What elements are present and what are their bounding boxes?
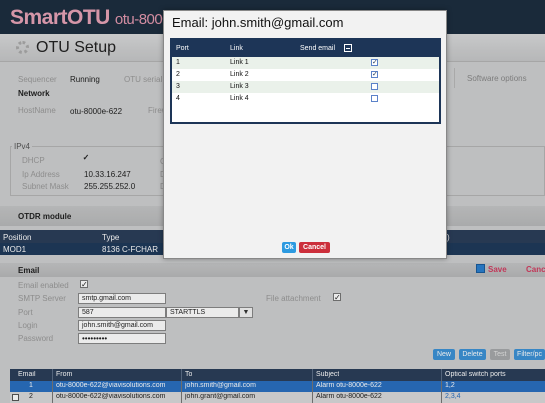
links-table: Port Link Send email 1 Link 1 ✓ 2 Link 2…	[170, 38, 441, 124]
link-row[interactable]: 1 Link 1 ✓	[172, 57, 439, 69]
select-all-checkbox[interactable]	[344, 44, 352, 52]
links-table-footer	[172, 122, 439, 124]
link-name: Link 1	[230, 59, 249, 66]
link-row[interactable]: 4 Link 4	[172, 93, 439, 105]
dialog-title: Email: john.smith@gmail.com	[172, 15, 344, 30]
ok-button[interactable]: Ok	[282, 242, 296, 253]
link-port: 1	[176, 59, 180, 66]
link-row[interactable]: 3 Link 3	[172, 81, 439, 93]
link-port: 2	[176, 71, 180, 78]
send-email-checkbox[interactable]	[371, 83, 378, 90]
send-email-checkbox[interactable]: ✓	[371, 71, 378, 78]
link-name: Link 4	[230, 95, 249, 102]
links-table-header: Port Link Send email	[172, 40, 439, 57]
send-email-checkbox[interactable]: ✓	[371, 59, 378, 66]
dialog-cancel-button[interactable]: Cancel	[299, 242, 330, 253]
send-email-checkbox[interactable]	[371, 95, 378, 102]
col-send-email: Send email	[300, 45, 336, 52]
email-links-dialog: Email: john.smith@gmail.com Port Link Se…	[163, 10, 447, 259]
col-port: Port	[176, 45, 189, 52]
col-link: Link	[230, 45, 243, 52]
link-port: 3	[176, 83, 180, 90]
link-name: Link 2	[230, 71, 249, 78]
link-name: Link 3	[230, 83, 249, 90]
link-row[interactable]: 2 Link 2 ✓	[172, 69, 439, 81]
link-port: 4	[176, 95, 180, 102]
